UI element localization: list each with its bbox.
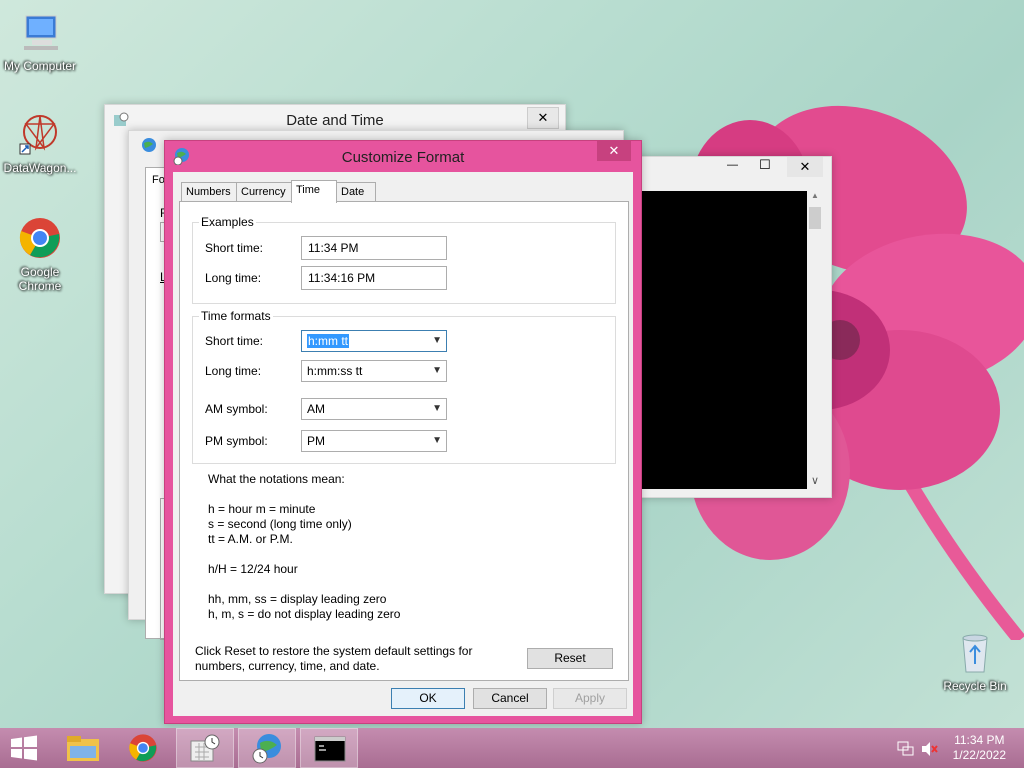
close-button[interactable]: ✕: [787, 157, 823, 177]
pm-symbol-label: PM symbol:: [205, 434, 268, 448]
chevron-down-icon[interactable]: ▼: [432, 399, 442, 419]
examples-title: Examples: [199, 215, 256, 229]
long-time-label: Long time:: [205, 271, 262, 285]
tab-time[interactable]: Time: [291, 180, 337, 203]
long-time-format-combo[interactable]: h:mm:ss tt ▼: [301, 360, 447, 382]
chevron-down-icon[interactable]: ▼: [432, 431, 442, 451]
time-formats-group: Time formats Short time: h:mm tt ▼ Long …: [192, 309, 616, 464]
start-button[interactable]: [0, 728, 48, 768]
notes-line: tt = A.M. or P.M.: [208, 532, 293, 546]
console-output[interactable]: [641, 191, 807, 489]
time-formats-title: Time formats: [199, 309, 273, 323]
tab-date[interactable]: Date: [336, 182, 376, 201]
volume-muted-icon[interactable]: [921, 741, 939, 757]
notation-notes: What the notations mean: h = hour m = mi…: [208, 472, 400, 622]
notes-line: h = hour m = minute: [208, 502, 316, 516]
chevron-down-icon[interactable]: ▼: [432, 361, 442, 381]
recycle-bin-icon: [962, 634, 988, 673]
customize-format-dialog[interactable]: Customize Format ✕ Numbers Currency Time…: [164, 140, 642, 724]
desktop-icon-google-chrome[interactable]: Google Chrome: [0, 216, 80, 293]
desktop-icon-label: Recycle Bin: [943, 679, 1007, 693]
notes-line: hh, mm, ss = display leading zero: [208, 592, 387, 606]
windows-logo-icon: [11, 735, 37, 761]
chrome-icon: [19, 218, 60, 258]
desktop-icon-datawagon[interactable]: DataWagon...: [0, 112, 80, 175]
scroll-thumb[interactable]: [809, 207, 821, 229]
scroll-down-icon[interactable]: ∨: [807, 474, 823, 487]
desktop-icon-my-computer[interactable]: My Computer: [0, 10, 80, 73]
globe-clock-icon: [252, 734, 281, 764]
chevron-down-icon[interactable]: ▼: [432, 331, 442, 351]
reset-description: Click Reset to restore the system defaul…: [195, 644, 472, 674]
taskbar-chrome[interactable]: [114, 728, 172, 768]
ok-button[interactable]: OK: [391, 688, 465, 709]
pm-symbol-combo[interactable]: PM ▼: [301, 430, 447, 452]
close-button[interactable]: ✕: [527, 107, 559, 129]
maximize-button[interactable]: ☐: [759, 157, 771, 173]
notes-line: h/H = 12/24 hour: [208, 562, 298, 576]
short-time-format-label: Short time:: [205, 334, 264, 348]
taskbar-console[interactable]: [300, 728, 358, 768]
dialog-body: Numbers Currency Time Date Examples Shor…: [173, 172, 633, 716]
vertical-scrollbar[interactable]: ▲ ∨: [807, 191, 823, 489]
console-window[interactable]: — ☐ ✕ ▲ ∨: [634, 156, 832, 498]
pm-symbol-value[interactable]: PM: [307, 434, 325, 448]
clock-date: 1/22/2022: [952, 748, 1006, 762]
taskbar-date-time[interactable]: [176, 728, 234, 768]
examples-group: Examples Short time: 11:34 PM Long time:…: [192, 215, 616, 304]
taskbar: 11:34 PM 1/22/2022: [0, 728, 1024, 768]
notes-heading: What the notations mean:: [208, 472, 345, 486]
short-time-example: 11:34 PM: [301, 236, 447, 260]
apply-button[interactable]: Apply: [553, 688, 627, 709]
clock-time: 11:34 PM: [954, 733, 1005, 747]
am-symbol-value[interactable]: AM: [307, 402, 325, 416]
long-time-example: 11:34:16 PM: [301, 266, 447, 290]
datawagon-icon: [19, 115, 57, 155]
chrome-icon: [129, 734, 157, 762]
window-title: Date and Time: [286, 112, 384, 129]
network-icon[interactable]: [897, 741, 915, 757]
taskbar-file-explorer[interactable]: [54, 728, 112, 768]
taskbar-region[interactable]: [238, 728, 296, 768]
scroll-up-icon[interactable]: ▲: [807, 191, 823, 200]
desktop-icon-label: Google Chrome: [18, 265, 62, 293]
am-symbol-label: AM symbol:: [205, 402, 268, 416]
tab-numbers[interactable]: Numbers: [181, 182, 238, 201]
reset-button[interactable]: Reset: [527, 648, 613, 669]
dialog-titlebar[interactable]: Customize Format ✕: [165, 141, 641, 171]
cancel-button[interactable]: Cancel: [473, 688, 547, 709]
am-symbol-combo[interactable]: AM ▼: [301, 398, 447, 420]
taskbar-clock[interactable]: 11:34 PM 1/22/2022: [953, 733, 1006, 763]
globe-icon: [142, 138, 156, 152]
reset-description-line: numbers, currency, time, and date.: [195, 659, 380, 673]
dialog-title: Customize Format: [341, 149, 465, 166]
tab-currency[interactable]: Currency: [236, 182, 293, 201]
calendar-clock-icon: [190, 734, 220, 762]
short-time-label: Short time:: [205, 241, 264, 255]
close-button[interactable]: ✕: [597, 141, 631, 161]
folder-icon: [67, 736, 99, 761]
short-time-format-combo[interactable]: h:mm tt ▼: [301, 330, 447, 352]
computer-icon: [24, 15, 58, 50]
short-time-format-value[interactable]: h:mm tt: [307, 334, 350, 348]
long-time-format-value[interactable]: h:mm:ss tt: [307, 364, 362, 378]
formats-tab-partial[interactable]: Fo: [152, 174, 165, 186]
minimize-button[interactable]: —: [727, 159, 738, 171]
notes-line: h, m, s = do not display leading zero: [208, 607, 401, 621]
desktop-icon-label: My Computer: [3, 59, 77, 73]
desktop-icon-recycle-bin[interactable]: Recycle Bin: [935, 630, 1015, 693]
desktop-icon-label: DataWagon...: [3, 161, 77, 175]
command-prompt-icon: [314, 736, 346, 762]
time-tab-panel: Examples Short time: 11:34 PM Long time:…: [179, 201, 629, 681]
notes-line: s = second (long time only): [208, 517, 352, 531]
long-time-format-label: Long time:: [205, 364, 262, 378]
reset-description-line: Click Reset to restore the system defaul…: [195, 644, 473, 658]
